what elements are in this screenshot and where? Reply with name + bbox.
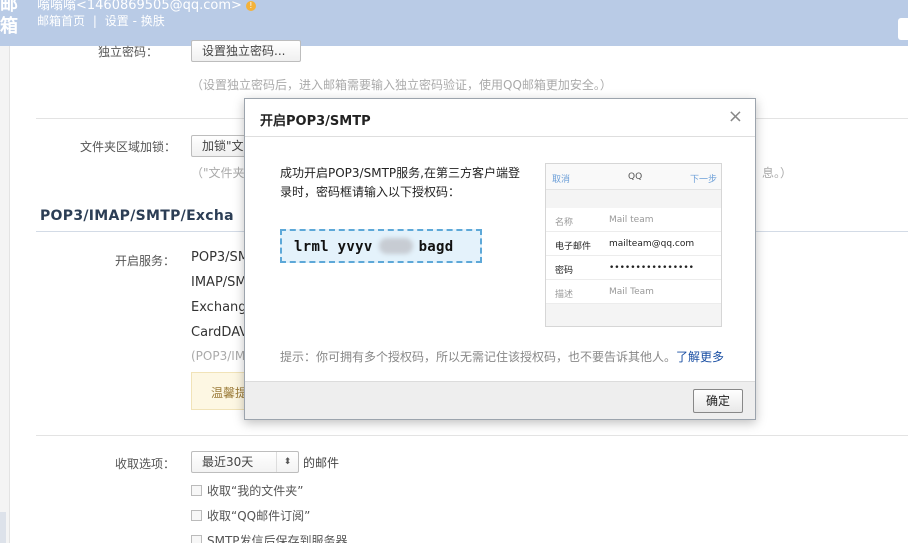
receive-options-label: 收取选项： [115,457,176,471]
set-independent-password-button[interactable]: 设置独立密码... [191,40,301,62]
client-setup-illustration: 取消 QQ 下一步 名称 Mail team 电子邮件 mailteam@qq.… [545,163,722,327]
checkbox-icon[interactable] [191,485,202,496]
phone-row-key: 描述 [555,290,574,300]
phone-row-password: 密码 •••••••••••••••• [546,256,721,280]
auth-code-part-2: bagd [418,239,454,255]
close-icon[interactable]: × [728,107,743,127]
phone-row-email: 电子邮件 mailteam@qq.com [546,232,721,256]
logo-text-line1: 邮箱 [0,0,18,34]
link-separator: | [92,14,97,28]
link-change-skin[interactable]: 换肤 [141,14,165,28]
checkbox-my-folders[interactable]: 收取“我的文件夹” [191,482,303,499]
checkbox-icon[interactable] [191,510,202,521]
header-corner-button[interactable] [898,18,908,40]
checkbox-label: 收取“我的文件夹” [207,484,304,498]
dialog-message: 成功开启POP3/SMTP服务,在第三方客户端登录时，密码框请输入以下授权码： [280,166,520,199]
auth-code-part-1: lrml yvyv [294,239,373,255]
independent-password-hint: （设置独立密码后，进入邮箱需要输入独立密码验证，使用QQ邮箱更加安全。） [191,78,612,92]
select-arrow-icon: ⬍ [276,452,298,472]
receive-range-suffix: 的邮件 [303,456,340,470]
dialog-tip: 提示：你可拥有多个授权码，所以无需记住该授权码，也不要告诉其他人。了解更多 [280,348,724,365]
enable-pop3-dialog: 开启POP3/SMTP × 成功开启POP3/SMTP服务,在第三方客户端登录时… [244,98,756,420]
divider [36,435,908,436]
warm-tip-box: 温馨提 [191,372,251,410]
independent-password-label: 独立密码： [98,45,159,59]
dialog-footer: 确定 [245,381,755,419]
checkbox-label: SMTP发信后保存到服务器 [207,534,348,543]
learn-more-link[interactable]: 了解更多 [676,350,724,364]
redacted-blur [378,238,413,254]
top-header: 邮箱 com 嗡嗡嗡<1460869505@qq.com>! 邮箱首页 | 设置… [0,0,908,46]
folder-lock-hint-end: 息。） [762,166,793,180]
service-exchange[interactable]: Exchang [191,300,247,315]
folder-lock-label: 文件夹区域加锁： [80,140,177,154]
folder-lock-button[interactable]: 加锁"文 [191,135,251,157]
phone-row-value: Mail team [609,215,654,225]
checkbox-icon[interactable] [191,535,202,543]
phone-row-value: Mail Team [609,287,654,297]
phone-row-key: 电子邮件 [555,242,592,252]
checkbox-qq-subscription[interactable]: 收取“QQ邮件订阅” [191,507,310,524]
header-links: 邮箱首页 | 设置 - 换肤 [37,12,165,29]
warning-icon[interactable]: ! [245,1,256,11]
receive-range-select[interactable]: 最近30天 ⬍ [191,451,299,473]
mail-logo[interactable]: 邮箱 com [0,0,26,34]
dialog-tip-text: 提示：你可拥有多个授权码，所以无需记住该授权码，也不要告诉其他人。 [280,350,677,364]
link-mail-home[interactable]: 邮箱首页 [37,14,85,28]
pop3-imap-section-title: POP3/IMAP/SMTP/Excha [40,208,234,224]
authorization-code[interactable]: lrml yvyv bagd [280,229,482,263]
checkbox-label: 收取“QQ邮件订阅” [207,509,311,523]
confirm-button[interactable]: 确定 [693,389,743,413]
checkbox-smtp-save[interactable]: SMTP发信后保存到服务器 [191,532,348,543]
phone-row-value: •••••••••••••••• [609,263,694,273]
service-pop3[interactable]: POP3/SM [191,250,249,265]
phone-row-value: mailteam@qq.com [609,239,695,249]
dialog-header: 开启POP3/SMTP × [245,99,755,137]
link-separator: - [132,14,137,28]
receive-range-value: 最近30天 [202,455,254,469]
left-sidebar-edge-lower [0,512,6,543]
phone-row-description: 描述 Mail Team [546,280,721,304]
phone-nav-bar: 取消 QQ 下一步 [546,164,721,190]
services-note: (POP3/IM [191,349,246,363]
phone-next-label: 下一步 [689,175,717,185]
service-carddav[interactable]: CardDAV [191,325,248,340]
dialog-title: 开启POP3/SMTP [260,114,371,129]
phone-row-name: 名称 Mail team [546,208,721,232]
service-imap[interactable]: IMAP/SM [191,275,247,290]
services-label: 开启服务： [115,254,176,268]
phone-row-key: 密码 [555,266,574,276]
left-sidebar-edge [0,46,10,543]
phone-row-key: 名称 [555,218,574,228]
phone-title: QQ [628,172,643,182]
link-settings[interactable]: 设置 [105,14,129,28]
phone-cancel-label: 取消 [552,175,571,185]
